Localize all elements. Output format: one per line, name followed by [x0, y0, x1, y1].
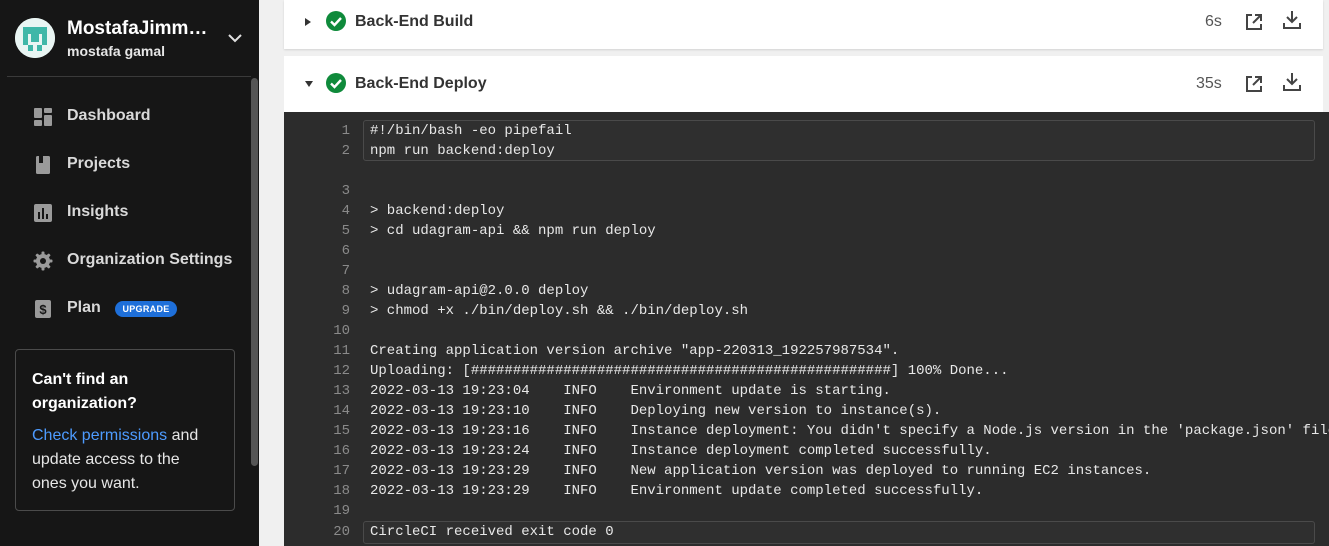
org-switcher[interactable]: MostafaJimm… mostafa gamal: [0, 0, 259, 76]
open-external-icon[interactable]: [1244, 12, 1264, 32]
check-circle-icon: [326, 73, 346, 93]
line-number: 3: [341, 183, 350, 199]
sidebar: MostafaJimm… mostafa gamal Dashboard Pro…: [0, 0, 259, 546]
line-number: 5: [341, 223, 350, 239]
sidebar-item-label: Plan: [67, 299, 101, 316]
line-number: 8: [341, 283, 350, 299]
bar-chart-icon: [34, 204, 52, 222]
log-text: Creating application version archive "ap…: [370, 343, 900, 359]
svg-text:$: $: [39, 302, 47, 317]
book-icon: [36, 156, 50, 174]
log-text: Uploading: [############################…: [370, 363, 1009, 379]
gear-icon: [33, 251, 53, 271]
open-external-icon[interactable]: [1244, 74, 1264, 94]
caret-down-icon[interactable]: [304, 80, 314, 88]
line-number: 18: [333, 483, 350, 499]
log-text: 2022-03-13 19:23:24 INFO Instance deploy…: [370, 443, 992, 459]
log-text: > chmod +x ./bin/deploy.sh && ./bin/depl…: [370, 303, 749, 319]
line-number: 7: [341, 263, 350, 279]
line-number: 20: [333, 524, 350, 540]
upgrade-badge[interactable]: UPGRADE: [115, 301, 177, 317]
log-text: npm run backend:deploy: [370, 143, 555, 159]
sidebar-item-organization-settings[interactable]: Organization Settings: [0, 240, 250, 280]
org-help-card: Can't find an organization? Check permis…: [15, 349, 235, 511]
log-text: > udagram-api@2.0.0 deploy: [370, 283, 589, 299]
sidebar-item-label: Dashboard: [67, 107, 151, 124]
line-number: 15: [333, 423, 350, 439]
line-number: 16: [333, 443, 350, 459]
org-avatar-pattern-icon: [15, 18, 55, 58]
line-number: 9: [341, 303, 350, 319]
log-text: #!/bin/bash -eo pipefail: [370, 123, 572, 139]
step-title: Back-End Build: [355, 13, 474, 30]
dollar-icon: $: [35, 300, 51, 318]
step-back-end-deploy[interactable]: Back-End Deploy 35s: [284, 56, 1323, 112]
download-icon[interactable]: [1282, 10, 1302, 30]
sidebar-item-dashboard[interactable]: Dashboard: [0, 96, 250, 136]
caret-right-icon[interactable]: [304, 17, 312, 27]
log-text: 2022-03-13 19:23:29 INFO New application…: [370, 463, 1152, 479]
check-circle-icon: [326, 11, 346, 31]
step-output-terminal[interactable]: 1 #!/bin/bash -eo pipefail 2 npm run backe…: [284, 112, 1329, 546]
log-text: 2022-03-13 19:23:16 INFO Instance deploy…: [370, 423, 1329, 439]
sidebar-item-label: Projects: [67, 155, 131, 172]
line-number: 4: [341, 203, 350, 219]
sidebar-item-label: Organization Settings: [67, 251, 233, 268]
dashboard-icon: [34, 108, 52, 126]
step-back-end-build[interactable]: Back-End Build 6s: [284, 0, 1323, 49]
org-name: MostafaJimm…: [67, 18, 208, 39]
line-number: 19: [333, 503, 350, 519]
line-number: 2: [341, 143, 350, 159]
help-text: Check permissions and update access to t…: [32, 424, 218, 496]
sidebar-divider: [7, 76, 251, 77]
step-duration: 6s: [1205, 13, 1222, 30]
line-number: 6: [341, 243, 350, 259]
chevron-down-icon[interactable]: [226, 30, 244, 46]
step-title: Back-End Deploy: [355, 75, 487, 92]
org-avatar: [15, 18, 55, 58]
sidebar-item-label: Insights: [67, 203, 129, 220]
org-username: mostafa gamal: [67, 43, 166, 59]
log-text: 2022-03-13 19:23:04 INFO Environment upd…: [370, 383, 891, 399]
help-title: Can't find an organization?: [32, 371, 137, 412]
log-text: CircleCI received exit code 0: [370, 524, 614, 540]
sidebar-item-projects[interactable]: Projects: [0, 144, 250, 184]
line-number: 10: [333, 323, 350, 339]
line-number: 12: [333, 363, 350, 379]
log-text: > backend:deploy: [370, 203, 505, 219]
line-number: 14: [333, 403, 350, 419]
line-number: 1: [341, 123, 350, 139]
line-number: 11: [333, 343, 350, 359]
log-text: > cd udagram-api && npm run deploy: [370, 223, 656, 239]
log-text: 2022-03-13 19:23:10 INFO Deploying new v…: [370, 403, 942, 419]
check-permissions-link[interactable]: Check permissions: [32, 427, 167, 444]
sidebar-item-insights[interactable]: Insights: [0, 192, 250, 232]
log-text: 2022-03-13 19:23:29 INFO Environment upd…: [370, 483, 984, 499]
line-number: 17: [333, 463, 350, 479]
job-steps-panel: Back-End Build 6s Back-End Deploy 35s 1 …: [259, 0, 1329, 546]
sidebar-scrollbar[interactable]: [251, 78, 258, 466]
step-duration: 35s: [1196, 75, 1222, 92]
download-icon[interactable]: [1282, 72, 1302, 92]
line-number: 13: [333, 383, 350, 399]
